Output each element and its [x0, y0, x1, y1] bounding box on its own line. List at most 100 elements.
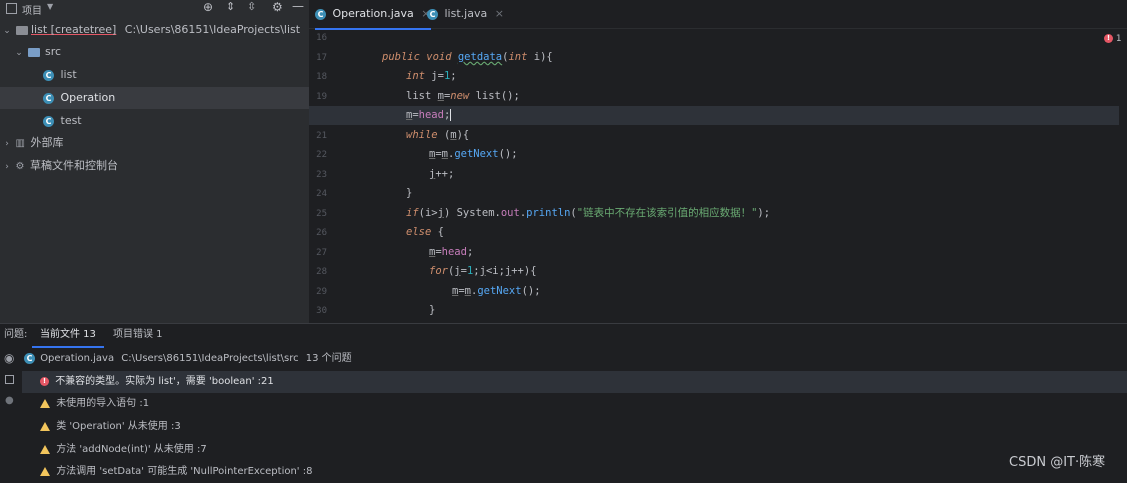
line-number: 17	[316, 53, 327, 63]
line-number: 22	[316, 150, 327, 160]
code-line-current: m=head;	[309, 106, 1119, 125]
line-number: 27	[316, 248, 327, 258]
problem-item[interactable]: ! 不兼容的类型。实际为 list'，需要 'boolean' :21	[22, 371, 1127, 393]
problem-text: 未使用的导入语句 :1	[56, 398, 150, 409]
line-number: 24	[316, 189, 327, 199]
problem-count: 13 个问题	[305, 353, 352, 364]
warning-icon	[40, 466, 50, 476]
code-line: for(j=1;j<i;j++){	[429, 265, 537, 277]
close-icon[interactable]: ×	[495, 7, 504, 20]
code-line: m=head;	[429, 246, 474, 258]
problem-file-path: C:\Users\86151\IdeaProjects\list\src	[121, 353, 299, 364]
tree-item-label: Operation	[60, 91, 116, 104]
code-line: }	[406, 187, 413, 199]
tab-operation-java[interactable]: C Operation.java ×	[315, 0, 431, 30]
line-number: 21	[316, 131, 327, 141]
tab-label: list.java	[444, 7, 488, 20]
code-editor[interactable]: public void getdata(int i){ int j=1; lis…	[309, 28, 1119, 323]
class-icon: C	[315, 8, 326, 20]
tree-item-path: C:\Users\86151\IdeaProjects\list	[124, 23, 301, 36]
class-icon: C	[43, 69, 54, 81]
project-panel-title[interactable]: 项目	[22, 2, 42, 17]
tree-item-label: list [createtree]	[31, 23, 117, 36]
tab-label: Operation.java	[332, 7, 414, 20]
editor-tabs: C Operation.java × C list.java ×	[309, 0, 1127, 30]
expand-all-icon[interactable]: ⇕	[226, 0, 235, 13]
preview-icon[interactable]	[5, 375, 14, 384]
class-icon: C	[24, 352, 35, 364]
warning-icon	[40, 421, 50, 431]
module-icon	[15, 25, 28, 35]
line-number-gutter: 16 17 18 19 20 21 22 23 24 25 26 27 28 2…	[309, 28, 379, 323]
chevron-down-icon[interactable]: ⌄	[2, 20, 12, 42]
class-icon: C	[427, 8, 438, 20]
chevron-down-icon[interactable]: ▼	[47, 2, 53, 11]
tree-item-label: src	[45, 45, 62, 58]
line-number: 16	[316, 33, 327, 43]
error-icon: !	[40, 376, 49, 386]
tree-item-label: 草稿文件和控制台	[29, 159, 118, 172]
class-icon: C	[43, 92, 54, 104]
tree-item-list[interactable]: C list	[0, 64, 309, 86]
tree-item-label: 外部库	[30, 136, 64, 149]
code-line: m=m.getNext();	[452, 285, 541, 297]
problem-item[interactable]: 类 'Operation' 从未使用 :3	[40, 416, 181, 438]
tab-project-errors[interactable]: 项目错误 1	[113, 324, 163, 346]
line-number: 23	[316, 170, 327, 180]
folder-icon	[27, 47, 40, 57]
tree-item-operation[interactable]: C Operation	[0, 87, 309, 109]
scratches-icon: ⚙	[15, 161, 25, 172]
project-panel-header: 项目 ▼ ⊕ ⇕ ⇳ ⚙ —	[0, 0, 309, 18]
line-number: 28	[316, 267, 327, 277]
library-icon: ▥	[15, 138, 25, 149]
line-number: 29	[316, 287, 327, 297]
problem-text: 方法 'addNode(int)' 从未使用 :7	[56, 444, 207, 455]
watermark: CSDN @IT·陈寒	[1009, 455, 1106, 470]
problem-item[interactable]: 未使用的导入语句 :1	[40, 393, 149, 415]
code-line: list m=new list();	[406, 90, 520, 102]
problems-panel: 问题: 当前文件 13 项目错误 1 ◉ ● C Operation.java …	[0, 323, 1127, 478]
chevron-right-icon[interactable]: ›	[2, 156, 12, 178]
gear-icon[interactable]: ⚙	[272, 0, 283, 14]
line-number: 19	[316, 92, 327, 102]
eye-icon[interactable]: ◉	[4, 351, 14, 365]
warning-icon	[40, 398, 50, 408]
problem-text: 方法调用 'setData' 可能生成 'NullPointerExceptio…	[56, 466, 313, 477]
tree-item-scratches[interactable]: › ⚙ 草稿文件和控制台	[0, 155, 309, 177]
tree-item-external-libraries[interactable]: › ▥ 外部库	[0, 132, 309, 154]
bulb-icon[interactable]: ●	[5, 395, 14, 406]
tab-list-java[interactable]: C list.java ×	[427, 0, 504, 28]
line-number: 18	[316, 72, 327, 82]
tab-current-file[interactable]: 当前文件 13	[32, 324, 104, 348]
tree-item-label: list	[60, 68, 77, 81]
tree-item-label: test	[60, 114, 82, 127]
tree-item-src[interactable]: ⌄ src	[0, 41, 309, 63]
problem-text: 类 'Operation' 从未使用 :3	[56, 421, 181, 432]
problem-text: 不兼容的类型。实际为 list'，需要 'boolean' :21	[55, 376, 274, 387]
chevron-right-icon[interactable]: ›	[2, 133, 12, 155]
code-line: while (m){	[406, 129, 470, 141]
problem-item[interactable]: 方法调用 'setData' 可能生成 'NullPointerExceptio…	[40, 461, 312, 483]
problem-item[interactable]: 方法 'addNode(int)' 从未使用 :7	[40, 439, 207, 461]
project-icon	[6, 3, 17, 14]
code-line: if(i>j) System.out.println("链表中不存在该索引值的相…	[406, 207, 771, 219]
problems-label: 问题:	[4, 329, 28, 340]
code-line: j++;	[429, 168, 455, 180]
line-number: 30	[316, 306, 327, 316]
tree-item-list-project[interactable]: ⌄ list [createtree] C:\Users\86151\IdeaP…	[0, 19, 309, 41]
collapse-all-icon[interactable]: ⇳	[247, 0, 256, 13]
tree-item-test[interactable]: C test	[0, 110, 309, 132]
chevron-down-icon[interactable]: ⌄	[14, 42, 24, 64]
code-line: else {	[406, 226, 444, 238]
problem-file-row[interactable]: C Operation.java C:\Users\86151\IdeaProj…	[24, 348, 352, 370]
project-panel: 项目 ▼ ⊕ ⇕ ⇳ ⚙ — ⌄ list [createtree] C:\Us…	[0, 0, 309, 323]
locate-icon[interactable]: ⊕	[203, 0, 213, 14]
code-line: public void getdata(int i){	[382, 51, 553, 63]
minimize-icon[interactable]: —	[292, 0, 304, 13]
code-line: int j=1;	[406, 70, 457, 82]
code-line: m=m.getNext();	[429, 148, 518, 160]
line-number: 25	[316, 209, 327, 219]
warning-icon	[40, 444, 50, 454]
class-icon: C	[43, 115, 54, 127]
